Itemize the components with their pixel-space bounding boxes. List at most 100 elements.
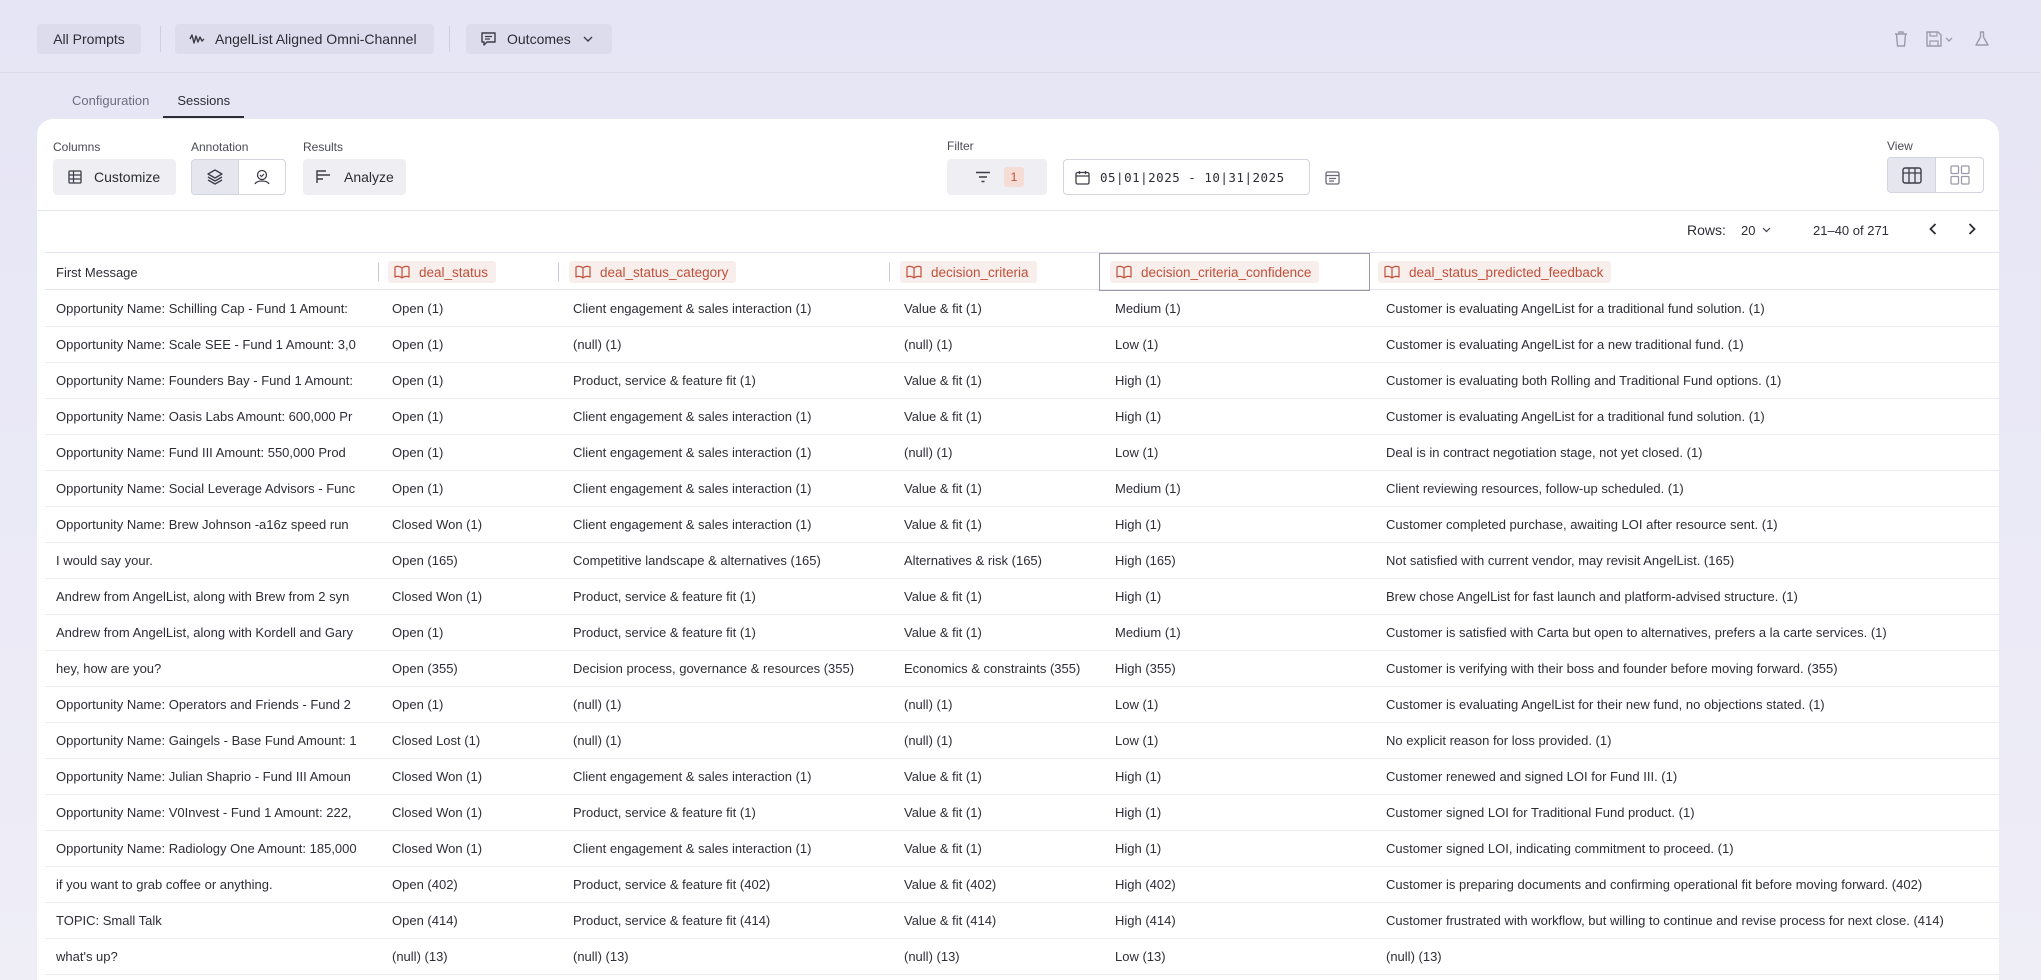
rows-per-page-select[interactable]: 20	[1741, 220, 1771, 240]
analyze-button[interactable]: Analyze	[303, 159, 406, 195]
table-cell: Customer is satisfied with Carta but ope…	[1386, 625, 1887, 640]
prompt-name-button[interactable]: AngelList Aligned Omni-Channel	[175, 24, 434, 54]
prompt-name-label: AngelList Aligned Omni-Channel	[215, 31, 417, 47]
table-cell: Open (1)	[392, 697, 444, 712]
table-row[interactable]: Opportunity Name: Scale SEE - Fund 1 Amo…	[45, 327, 1999, 363]
table-cell: High (1)	[1115, 517, 1162, 532]
table-row[interactable]: Andrew from AngelList, along with Kordel…	[45, 615, 1999, 651]
table-cell: I would say your.	[56, 553, 153, 568]
tab-configuration[interactable]: Configuration	[58, 88, 163, 118]
layers-icon[interactable]	[192, 160, 239, 194]
table-cell: (null) (13)	[1386, 949, 1442, 964]
table-cell: Customer is evaluating both Rolling and …	[1386, 373, 1782, 388]
column-resize-handle[interactable]	[558, 263, 559, 281]
date-range-text: 05|01|2025 - 10|31|2025	[1100, 169, 1285, 185]
table-row[interactable]: Opportunity Name: Brew Johnson -a16z spe…	[45, 507, 1999, 543]
table-row[interactable]: Opportunity Name: Fund III Amount: 550,0…	[45, 435, 1999, 471]
flask-icon[interactable]	[1971, 28, 1993, 50]
table-cell: Customer frustrated with workflow, but w…	[1386, 913, 1944, 928]
annotator-icon[interactable]	[239, 160, 285, 194]
table-cell: Value & fit (1)	[904, 409, 982, 424]
table-row[interactable]: Opportunity Name: V0Invest - Fund 1 Amou…	[45, 795, 1999, 831]
chevron-right-icon[interactable]	[1964, 221, 1980, 237]
trash-icon[interactable]	[1890, 28, 1912, 50]
save-icon[interactable]	[1924, 28, 1956, 50]
annotation-book-icon	[575, 265, 591, 279]
all-prompts-button[interactable]: All Prompts	[37, 24, 141, 54]
table-cell: Brew chose AngelList for fast launch and…	[1386, 589, 1798, 604]
table-cell: Closed Won (1)	[392, 517, 483, 532]
table-cell: Customer signed LOI, indicating commitme…	[1386, 841, 1734, 856]
rows-label: Rows:	[1687, 222, 1726, 238]
table-row[interactable]: Opportunity Name: Julian Shaprio - Fund …	[45, 759, 1999, 795]
column-resize-handle[interactable]	[889, 263, 890, 281]
table-row[interactable]: hey, how are you? Open (355) Decision proc…	[45, 651, 1999, 687]
table-cell: Value & fit (1)	[904, 769, 982, 784]
date-range-picker[interactable]: 05|01|2025 - 10|31|2025	[1063, 159, 1310, 195]
table-row[interactable]: Opportunity Name: Social Leverage Adviso…	[45, 471, 1999, 507]
table-cell: Product, service & feature fit (402)	[573, 877, 771, 892]
table-cell: Low (1)	[1115, 337, 1159, 352]
table-cell: TOPIC: Small Talk	[56, 913, 162, 928]
column-header-label: deal_status_predicted_feedback	[1409, 264, 1604, 280]
table-row[interactable]: TOPIC: Small Talk Open (414) Product, serv…	[45, 903, 1999, 939]
table-cell: Closed Won (1)	[392, 805, 483, 820]
table-cell: High (1)	[1115, 805, 1162, 820]
table-row[interactable]: if you want to grab coffee or anything. O…	[45, 867, 1999, 903]
column-header-first-message[interactable]: First Message	[56, 253, 138, 291]
tab-sessions[interactable]: Sessions	[163, 88, 245, 118]
top-bar: All Prompts AngelList Aligned Omni-Chann…	[0, 0, 2041, 73]
column-header-decision-criteria-confidence[interactable]: decision_criteria_confidence	[1099, 253, 1370, 291]
table-cell: Closed Won (1)	[392, 589, 483, 604]
table-cell: Opportunity Name: Gaingels - Base Fund A…	[56, 733, 357, 748]
column-header-decision-criteria[interactable]: decision_criteria	[900, 253, 1037, 291]
table-cell: Open (355)	[392, 661, 458, 676]
column-resize-handle[interactable]	[378, 263, 379, 281]
table-row[interactable]: Andrew from AngelList, along with Brew f…	[45, 579, 1999, 615]
table-cell: (null) (13)	[392, 949, 448, 964]
annotation-toggle-group	[191, 159, 286, 195]
customize-button[interactable]: Customize	[53, 159, 176, 195]
table-row[interactable]: I would say your. Open (165) Competitive l…	[45, 543, 1999, 579]
column-header-deal-status-predicted-feedback[interactable]: deal_status_predicted_feedback	[1378, 253, 1612, 291]
table-row[interactable]: Opportunity Name: Gaingels - Base Fund A…	[45, 723, 1999, 759]
outcomes-dropdown[interactable]: Outcomes	[466, 24, 612, 54]
table-cell: Opportunity Name: Scale SEE - Fund 1 Amo…	[56, 337, 356, 352]
table-cell: Competitive landscape & alternatives (16…	[573, 553, 821, 568]
page-range: 21–40 of 271	[1813, 223, 1889, 238]
table-row[interactable]: Opportunity Name: Founders Bay - Fund 1 …	[45, 363, 1999, 399]
table-cell: Value & fit (1)	[904, 625, 982, 640]
chevron-left-icon[interactable]	[1925, 221, 1941, 237]
table-cell: (null) (1)	[904, 445, 953, 460]
table-cell: Decision process, governance & resources…	[573, 661, 855, 676]
calendar-list-icon[interactable]	[1323, 168, 1341, 186]
view-toggle-group	[1887, 157, 1984, 193]
table-cell: Opportunity Name: Schilling Cap - Fund 1…	[56, 301, 348, 316]
table-cell: (null) (1)	[573, 337, 622, 352]
table-cell: Open (1)	[392, 625, 444, 640]
calendar-icon	[1075, 170, 1090, 185]
table-cell: (null) (1)	[573, 733, 622, 748]
table-cell: Opportunity Name: Social Leverage Adviso…	[56, 481, 356, 496]
table-row[interactable]: Opportunity Name: Schilling Cap - Fund 1…	[45, 291, 1999, 327]
table-cell: Client engagement & sales interaction (1…	[573, 409, 812, 424]
table-cell: High (414)	[1115, 913, 1176, 928]
table-row[interactable]: what's up? (null) (13) (null) (13) (null) (…	[45, 939, 1999, 975]
column-header-label: decision_criteria	[931, 264, 1029, 280]
table-cell: Medium (1)	[1115, 481, 1181, 496]
table-cell: (null) (1)	[573, 697, 622, 712]
all-prompts-label: All Prompts	[53, 31, 125, 47]
table-cell: High (1)	[1115, 373, 1162, 388]
grid-view-icon[interactable]	[1936, 158, 1983, 192]
filter-button[interactable]: 1	[947, 159, 1047, 195]
table-row[interactable]: Opportunity Name: Operators and Friends …	[45, 687, 1999, 723]
table-cell: Opportunity Name: Oasis Labs Amount: 600…	[56, 409, 353, 424]
table-cell: Opportunity Name: Julian Shaprio - Fund …	[56, 769, 351, 784]
table-cell: Open (1)	[392, 373, 444, 388]
table-row[interactable]: Opportunity Name: Radiology One Amount: …	[45, 831, 1999, 867]
column-header-deal-status-category[interactable]: deal_status_category	[569, 253, 737, 291]
table-view-icon[interactable]	[1888, 158, 1936, 192]
annotation-book-icon	[1116, 265, 1132, 279]
table-row[interactable]: Opportunity Name: Oasis Labs Amount: 600…	[45, 399, 1999, 435]
column-header-deal-status[interactable]: deal_status	[388, 253, 497, 291]
